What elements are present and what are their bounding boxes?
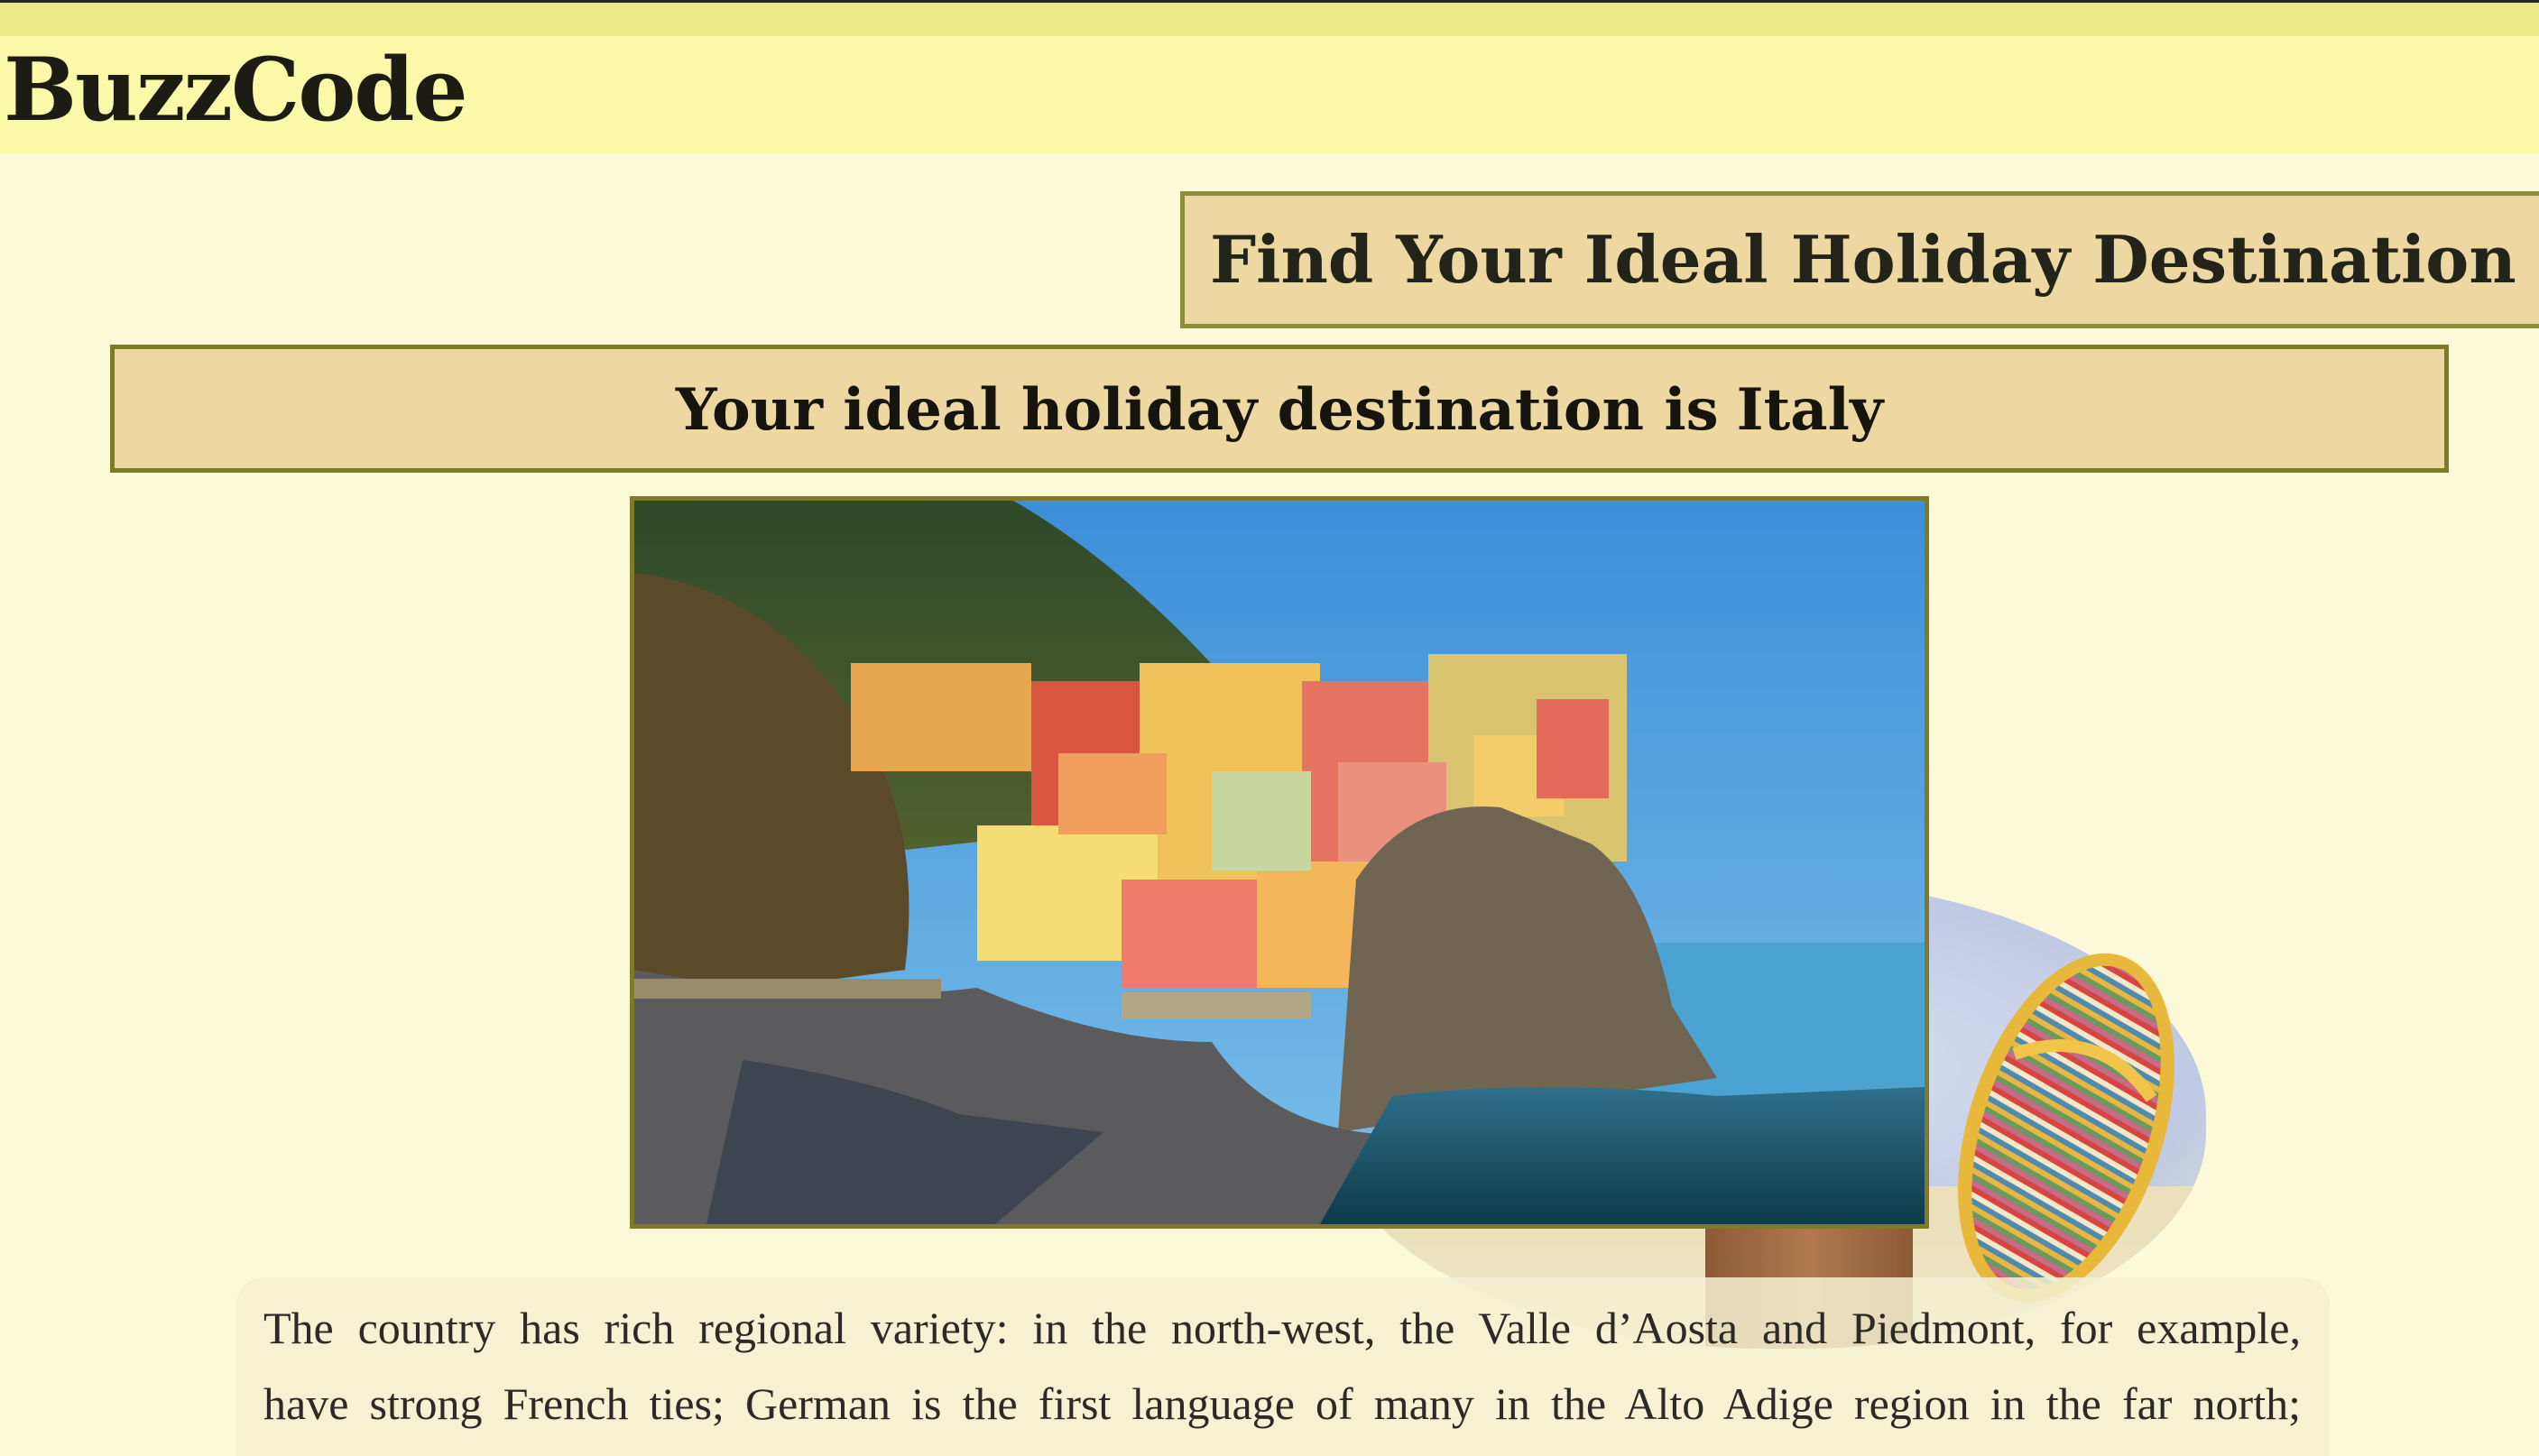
destination-description: The country has rich regional variety: i…	[263, 1290, 2301, 1442]
description-line: have strong French ties; German is the f…	[263, 1378, 2301, 1429]
result-text: Your ideal holiday destination is Italy	[676, 373, 1883, 447]
destination-photo	[630, 496, 1929, 1229]
result-banner: Your ideal holiday destination is Italy	[110, 345, 2449, 473]
brand-logo[interactable]: BuzzCode	[4, 47, 468, 134]
description-line: The country has rich regional variety: i…	[263, 1303, 2301, 1353]
quiz-title-box: Find Your Ideal Holiday Destination	[1180, 191, 2539, 328]
manarola-image	[634, 501, 1925, 1224]
quiz-title: Find Your Ideal Holiday Destination	[1210, 221, 2516, 298]
top-strip	[0, 0, 2539, 36]
result-country: Italy	[1736, 376, 1884, 444]
result-prefix: Your ideal holiday destination is	[675, 376, 1719, 444]
